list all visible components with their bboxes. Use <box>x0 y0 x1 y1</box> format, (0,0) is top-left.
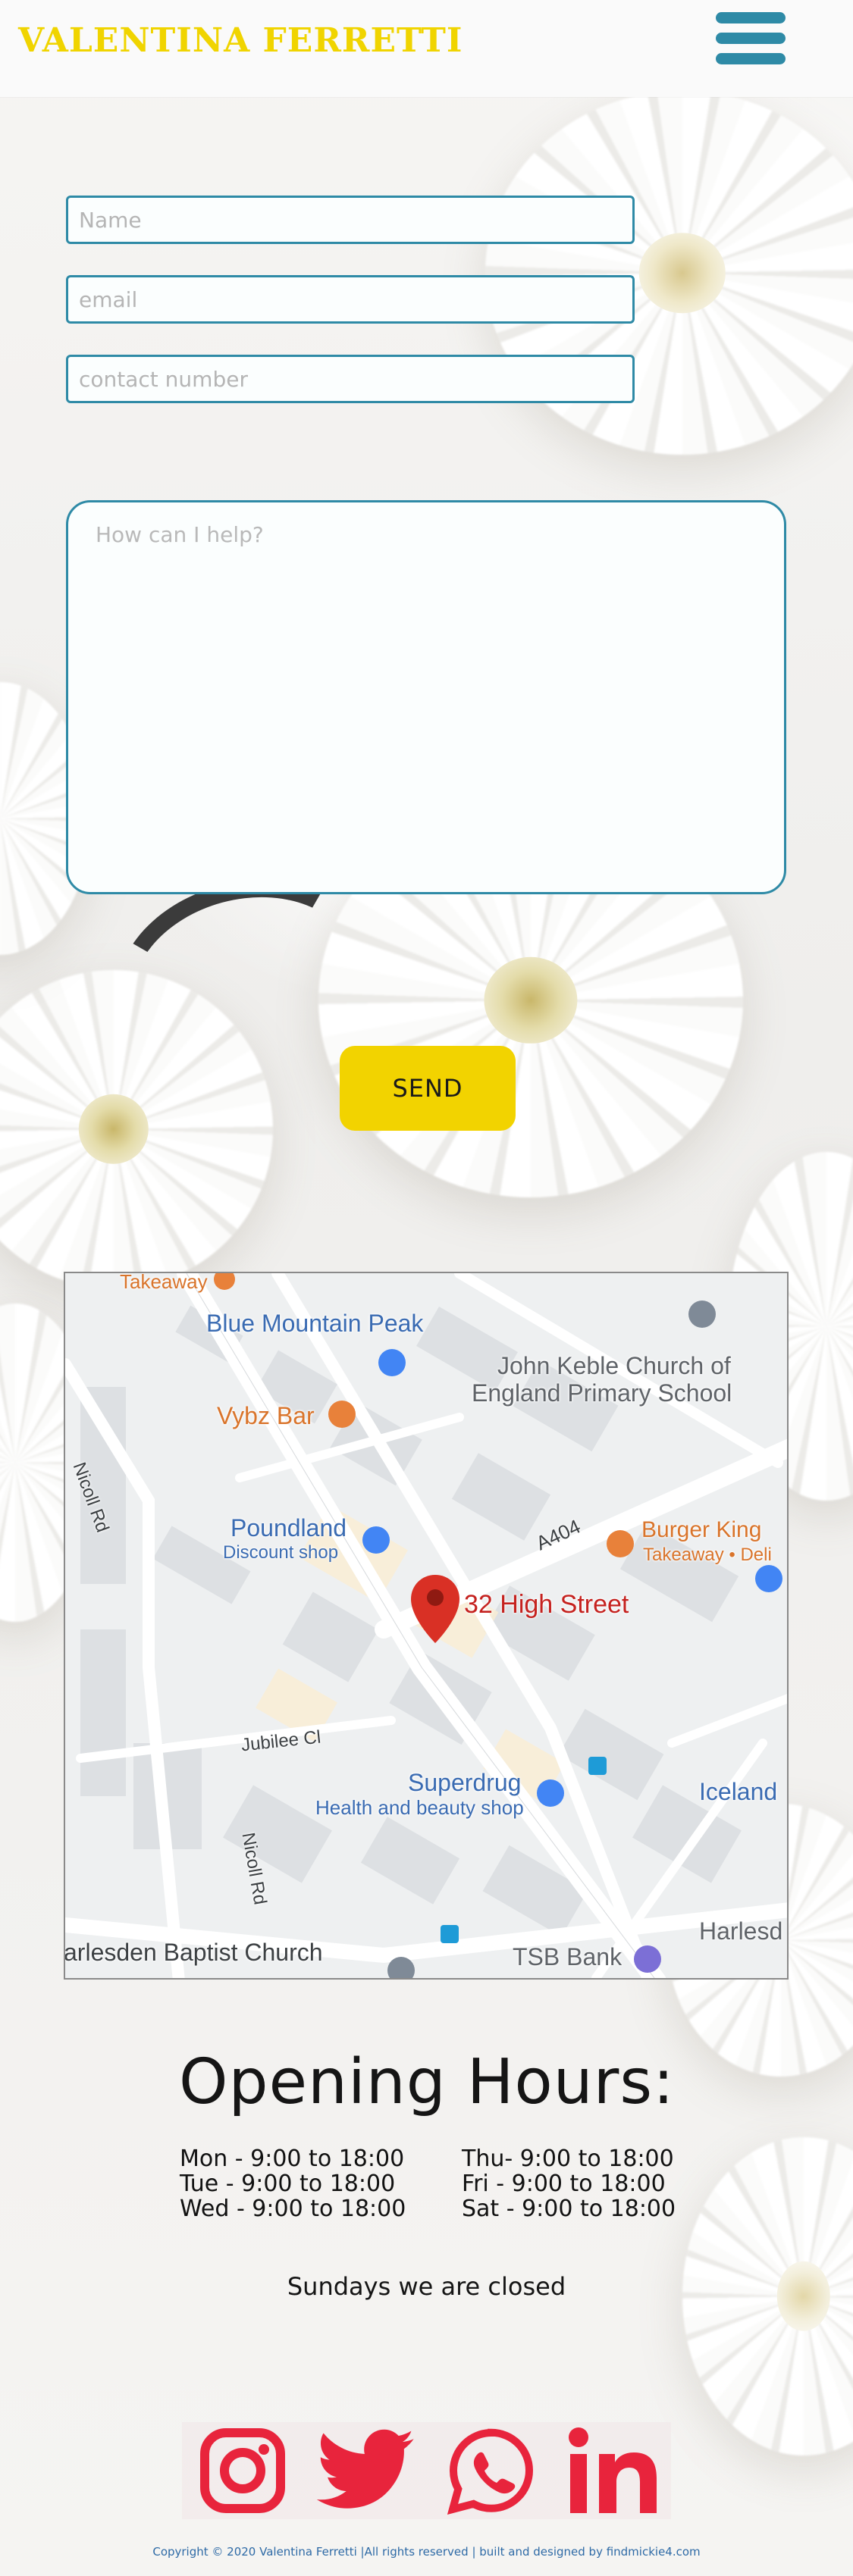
hours-row: Fri - 9:00 to 18:00 <box>462 2171 666 2197</box>
bank-poi-icon <box>634 1945 661 1973</box>
map-label: Takeaway <box>120 1272 208 1293</box>
map-label: Superdrug <box>408 1769 522 1796</box>
site-header: VALENTINA FERRETTI <box>0 0 853 97</box>
bar-poi-icon <box>328 1401 356 1428</box>
contact-number-field[interactable] <box>66 355 635 403</box>
map-label: Discount shop <box>223 1542 339 1563</box>
opening-hours-title: Opening Hours: <box>179 2046 675 2118</box>
school-poi-icon <box>688 1301 716 1328</box>
hours-row: Wed - 9:00 to 18:00 <box>180 2196 406 2222</box>
linkedin-icon[interactable] <box>567 2427 661 2515</box>
map-label: Vybz Bar <box>217 1402 315 1429</box>
hours-column-left: Mon - 9:00 to 18:00 Tue - 9:00 to 18:00 … <box>180 2146 406 2221</box>
location-map[interactable]: Takeaway Blue Mountain Peak John Keble C… <box>64 1272 789 1980</box>
hamburger-menu-icon[interactable] <box>716 12 786 65</box>
map-label: Burger King <box>641 1517 762 1542</box>
hours-row: Mon - 9:00 to 18:00 <box>180 2146 405 2172</box>
instagram-icon[interactable] <box>199 2427 287 2515</box>
whatsapp-icon[interactable] <box>447 2427 535 2515</box>
map-label: Blue Mountain Peak <box>206 1310 424 1337</box>
map-label: Harlesd <box>699 1917 783 1945</box>
map-label: Health and beauty shop <box>315 1796 524 1819</box>
map-label: John Keble Church of <box>497 1352 731 1379</box>
send-button[interactable]: SEND <box>340 1046 516 1131</box>
restaurant-poi-icon <box>607 1530 634 1557</box>
shop-poi-icon <box>537 1779 564 1807</box>
name-field[interactable] <box>66 196 635 244</box>
hours-row: Sat - 9:00 to 18:00 <box>462 2196 676 2222</box>
pin-address-label: 32 High Street <box>464 1590 629 1619</box>
message-textarea[interactable] <box>66 500 786 894</box>
email-field[interactable] <box>66 275 635 324</box>
hours-column-right: Thu- 9:00 to 18:00 Fri - 9:00 to 18:00 S… <box>462 2146 676 2221</box>
shop-poi-icon <box>378 1349 406 1376</box>
map-label: TSB Bank <box>513 1943 623 1970</box>
brand-logo-text[interactable]: VALENTINA FERRETTI <box>18 21 463 60</box>
map-label: Poundland <box>230 1514 347 1542</box>
sunday-closed-note: Sundays we are closed <box>287 2272 566 2301</box>
shop-poi-icon <box>755 1565 782 1592</box>
map-label: arlesden Baptist Church <box>64 1939 323 1966</box>
hours-row: Tue - 9:00 to 18:00 <box>180 2171 396 2197</box>
map-label: England Primary School <box>472 1379 732 1407</box>
hours-row: Thu- 9:00 to 18:00 <box>462 2146 674 2172</box>
map-label: Iceland <box>699 1778 778 1805</box>
map-label: Takeaway • Deli <box>643 1545 772 1565</box>
footer-copyright: Copyright © 2020 Valentina Ferretti |All… <box>152 2545 701 2559</box>
shop-poi-icon <box>362 1526 390 1554</box>
twitter-icon[interactable] <box>317 2427 416 2515</box>
